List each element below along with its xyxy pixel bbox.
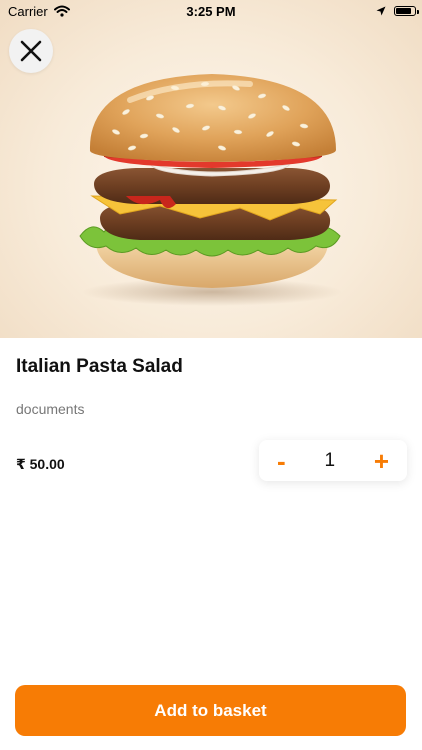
close-button[interactable] <box>9 29 53 73</box>
quantity-value: 1 <box>324 449 336 471</box>
battery-level <box>396 8 411 14</box>
wifi-icon <box>53 5 70 17</box>
product-image <box>0 0 422 338</box>
decrement-button[interactable]: - <box>277 448 286 474</box>
battery-icon <box>394 6 419 16</box>
location-arrow-icon <box>376 6 386 16</box>
product-description: documents <box>16 401 85 417</box>
status-bar: Carrier 3:25 PM <box>0 0 422 22</box>
add-to-basket-button[interactable]: Add to basket <box>15 685 406 736</box>
burger-image <box>79 74 342 306</box>
product-price: ₹ 50.00 <box>16 456 65 472</box>
quantity-stepper: - 1 + <box>259 440 407 481</box>
close-icon <box>20 40 42 62</box>
add-to-basket-label: Add to basket <box>154 700 267 720</box>
carrier-label: Carrier <box>8 3 48 19</box>
increment-button[interactable]: + <box>374 448 389 474</box>
product-title: Italian Pasta Salad <box>16 356 183 377</box>
